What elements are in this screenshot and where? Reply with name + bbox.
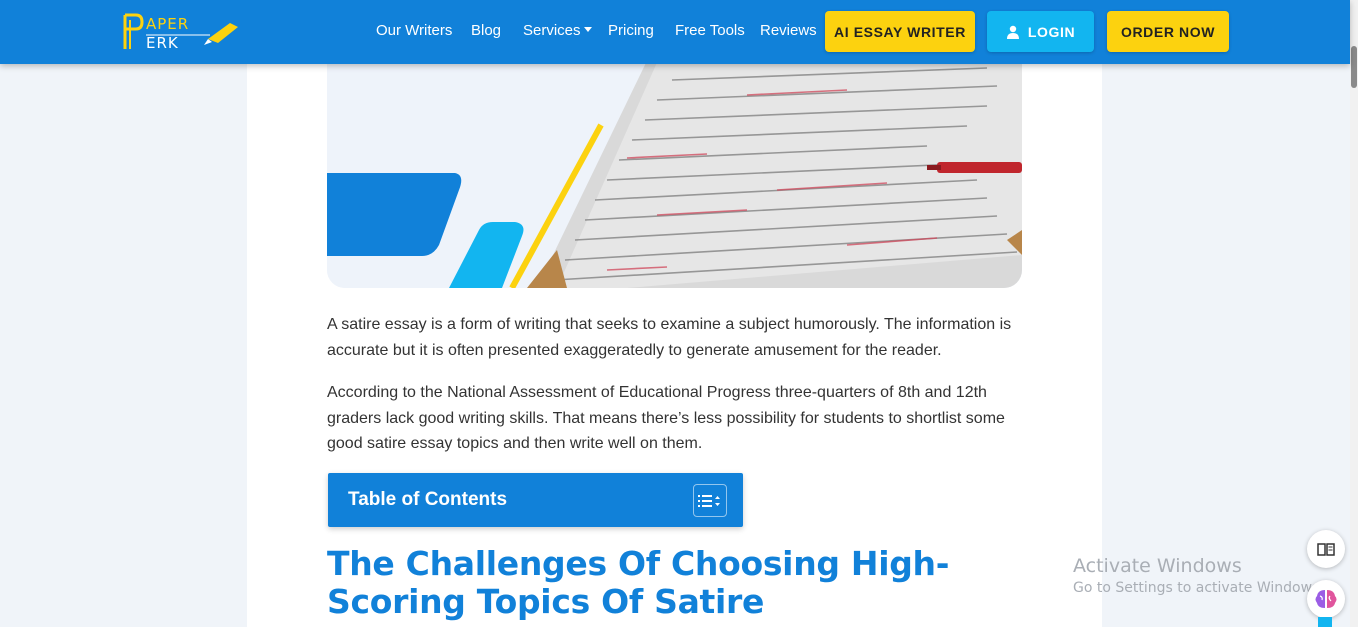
paperperk-logo[interactable]: APER ERK	[122, 11, 240, 53]
toc-title: Table of Contents	[348, 489, 508, 510]
section-heading: The Challenges Of Choosing High-Scoring …	[327, 544, 950, 621]
activate-windows-title: Activate Windows	[1073, 555, 1242, 577]
svg-text:ERK: ERK	[146, 34, 179, 52]
toc-toggle-button[interactable]	[693, 484, 727, 517]
nav-services[interactable]: Services	[523, 22, 592, 39]
book-icon	[1317, 543, 1335, 556]
scrollbar-thumb[interactable]	[1351, 46, 1357, 88]
activate-windows-subtitle: Go to Settings to activate Windows.	[1073, 580, 1324, 596]
site-header: APER ERK Our Writers Blog Services Prici…	[0, 0, 1350, 64]
nav-pricing[interactable]: Pricing	[608, 22, 654, 39]
svg-text:APER: APER	[146, 15, 189, 33]
nav-reviews[interactable]: Reviews	[760, 22, 817, 39]
nav-free-tools[interactable]: Free Tools	[675, 22, 745, 39]
nav-blog[interactable]: Blog	[471, 22, 501, 39]
login-button[interactable]: LOGIN	[987, 11, 1094, 52]
brain-icon	[1315, 590, 1337, 608]
table-of-contents[interactable]: Table of Contents	[328, 473, 743, 527]
reader-mode-button[interactable]	[1307, 530, 1345, 568]
nav-services-label: Services	[523, 22, 581, 39]
page-scrollbar[interactable]	[1350, 0, 1358, 627]
user-icon	[1006, 25, 1019, 39]
ai-essay-writer-button[interactable]: AI ESSAY WRITER	[825, 11, 975, 52]
ai-assistant-button[interactable]	[1307, 580, 1345, 618]
edge-widget-fragment	[1318, 617, 1332, 627]
hero-illustration	[327, 40, 1022, 288]
hero-image	[327, 40, 1022, 288]
login-label: LOGIN	[1027, 23, 1076, 40]
chevron-down-icon	[583, 27, 592, 32]
naep-paragraph: According to the National Assessment of …	[327, 384, 1005, 452]
list-toggle-icon	[698, 494, 720, 507]
intro-paragraph: A satire essay is a form of writing that…	[327, 316, 1012, 359]
nav-our-writers[interactable]: Our Writers	[376, 22, 452, 39]
order-now-button[interactable]: ORDER NOW	[1107, 11, 1229, 52]
